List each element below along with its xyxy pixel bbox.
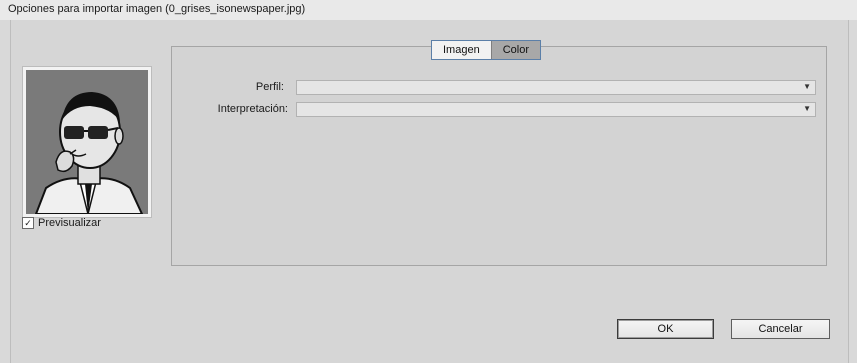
ok-button[interactable]: OK <box>617 319 714 339</box>
preview-checkbox[interactable]: ✓ <box>22 217 34 229</box>
options-panel <box>171 46 827 266</box>
tab-bar: Imagen Color <box>431 40 541 60</box>
window-title: Opciones para importar imagen (0_grises_… <box>8 3 306 15</box>
preview-checkbox-label[interactable]: Previsualizar <box>38 217 101 229</box>
chevron-down-icon[interactable]: ▼ <box>803 82 811 91</box>
preview-toggle[interactable]: ✓ Previsualizar <box>22 215 101 231</box>
title-bar: Opciones para importar imagen (0_grises_… <box>0 0 857 20</box>
profile-label: Perfil: <box>255 81 284 93</box>
image-preview <box>22 66 152 218</box>
tab-color[interactable]: Color <box>491 41 540 59</box>
cancel-button[interactable]: Cancelar <box>731 319 830 339</box>
chevron-down-icon[interactable]: ▼ <box>803 104 811 113</box>
portrait-thumbnail <box>26 70 148 214</box>
interpretation-label: Interpretación: <box>217 103 288 115</box>
interpretation-dropdown[interactable]: ▼ <box>296 102 816 117</box>
profile-dropdown[interactable]: ▼ <box>296 80 816 95</box>
check-icon: ✓ <box>24 218 32 228</box>
tab-imagen[interactable]: Imagen <box>432 41 491 59</box>
